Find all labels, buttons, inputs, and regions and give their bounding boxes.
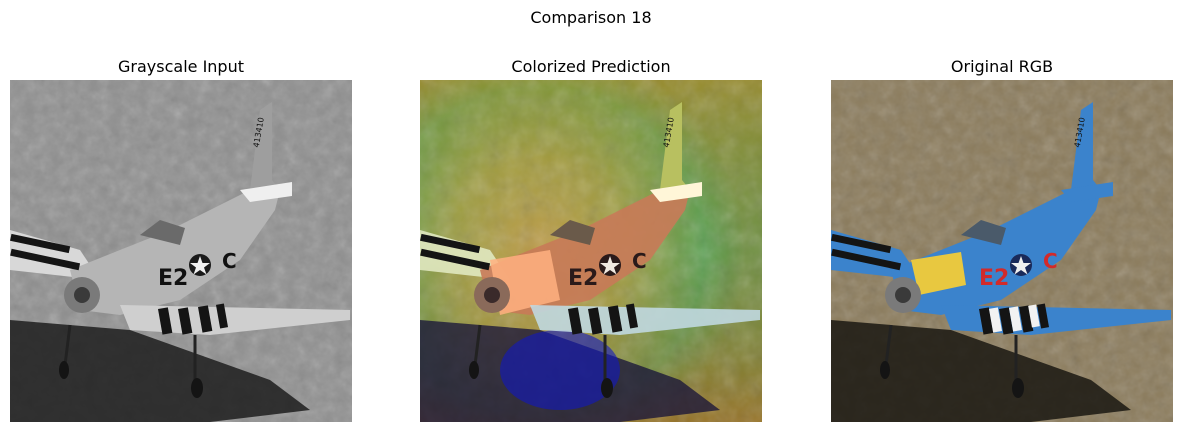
panel-colorized-prediction: Colorized Prediction E2 C 413410	[420, 56, 762, 422]
svg-text:C: C	[222, 249, 237, 273]
panel-grayscale-input: Grayscale Input E2 C 413410	[10, 56, 352, 422]
grayscale-image: E2 C 413410	[10, 80, 352, 422]
svg-text:E2: E2	[979, 266, 1009, 291]
colorized-prediction-image: E2 C 413410	[420, 80, 762, 422]
panel-original-rgb: Original RGB E2 C 413410	[831, 56, 1173, 422]
panel-title: Original RGB	[950, 57, 1054, 76]
svg-text:C: C	[1043, 249, 1058, 273]
panel-title: Colorized Prediction	[511, 57, 671, 76]
svg-text:C: C	[632, 249, 647, 273]
figure-title: Comparison 18	[530, 8, 652, 27]
svg-text:E2: E2	[158, 266, 188, 291]
panel-title: Grayscale Input	[118, 57, 244, 76]
original-rgb-image: E2 C 413410	[831, 80, 1173, 422]
svg-text:E2: E2	[568, 266, 598, 291]
